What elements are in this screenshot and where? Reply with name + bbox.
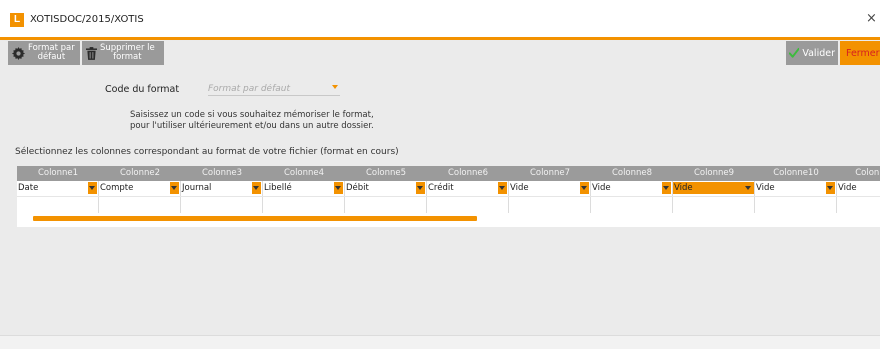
column-cell: Vide bbox=[591, 181, 673, 213]
format-code-label: Code du format bbox=[105, 84, 180, 95]
column-type-value: Vide bbox=[592, 183, 611, 193]
column-type-select[interactable]: Libellé bbox=[263, 182, 344, 194]
dropdown-arrow-icon[interactable] bbox=[334, 182, 343, 194]
chevron-down-icon[interactable] bbox=[332, 85, 338, 89]
column-type-value: Vide bbox=[838, 183, 857, 193]
column-type-select[interactable]: Date bbox=[17, 182, 98, 194]
column-header: Colonne6 bbox=[447, 168, 489, 178]
column-header: Colonne2 bbox=[119, 168, 161, 178]
column-type-value: Journal bbox=[182, 183, 212, 193]
column-cell: Compte bbox=[99, 181, 181, 213]
columns-instruction: Sélectionnez les colonnes correspondant … bbox=[15, 147, 399, 157]
column-header: Colonne9 bbox=[693, 168, 735, 178]
delete-format-button[interactable]: Supprimer le format bbox=[82, 41, 164, 65]
format-code-input[interactable] bbox=[208, 82, 326, 95]
dropdown-arrow-icon[interactable] bbox=[498, 182, 507, 194]
status-bar bbox=[0, 335, 880, 349]
close-label: Fermer bbox=[846, 47, 880, 59]
dropdown-arrow-icon[interactable] bbox=[252, 182, 261, 194]
column-header: Colonne10 bbox=[773, 168, 819, 178]
column-header: Colonne3 bbox=[201, 168, 243, 178]
column-type-select[interactable]: Compte bbox=[99, 182, 180, 194]
format-hint-line2: pour l'utiliser ultérieurement et/ou dan… bbox=[130, 121, 374, 131]
column-type-value: Débit bbox=[346, 183, 369, 193]
column-cell: Journal bbox=[181, 181, 263, 213]
column-cell: Vide bbox=[755, 181, 837, 213]
column-header: Colonne7 bbox=[529, 168, 571, 178]
dropdown-arrow-icon[interactable] bbox=[88, 182, 97, 194]
column-type-select[interactable]: Vide bbox=[509, 182, 590, 194]
horizontal-scrollbar[interactable] bbox=[33, 216, 477, 221]
column-cell: Vide bbox=[673, 181, 755, 213]
column-type-value: Compte bbox=[100, 183, 134, 193]
gear-icon bbox=[12, 46, 25, 60]
column-header: Colonne8 bbox=[611, 168, 653, 178]
app-logo: L bbox=[10, 13, 24, 27]
format-default-button[interactable]: Format par défaut bbox=[8, 41, 80, 65]
column-header: Colonne5 bbox=[365, 168, 407, 178]
dropdown-arrow-icon[interactable] bbox=[580, 182, 589, 194]
column-type-select[interactable]: Vide bbox=[591, 182, 672, 194]
column-cell: Débit bbox=[345, 181, 427, 213]
column-type-select[interactable]: Vide bbox=[755, 182, 836, 194]
columns-mapping-grid: Vide Vide Vide Vide Vide Crédit Débit Libellé Jo… bbox=[17, 181, 880, 227]
close-button[interactable]: Fermer bbox=[840, 41, 880, 65]
validate-button[interactable]: Valider bbox=[786, 41, 838, 65]
column-type-select[interactable]: Vide bbox=[837, 182, 880, 194]
column-type-value: Vide bbox=[510, 183, 529, 193]
dropdown-arrow-icon[interactable] bbox=[416, 182, 425, 194]
column-type-value: Vide bbox=[674, 183, 693, 193]
column-type-select[interactable]: Vide bbox=[673, 182, 754, 194]
window-close-button[interactable]: × bbox=[866, 11, 877, 26]
dropdown-arrow-icon[interactable] bbox=[662, 182, 671, 194]
column-type-select[interactable]: Journal bbox=[181, 182, 262, 194]
format-default-label: Format par défaut bbox=[28, 44, 75, 62]
column-cell: Vide bbox=[509, 181, 591, 213]
dropdown-arrow-icon[interactable] bbox=[826, 182, 835, 194]
column-cell: Libellé bbox=[263, 181, 345, 213]
column-header: Colonne4 bbox=[283, 168, 325, 178]
column-cell: Date bbox=[17, 181, 99, 213]
column-type-value: Date bbox=[18, 183, 39, 193]
column-type-value: Vide bbox=[756, 183, 775, 193]
format-default-label-line2: défaut bbox=[37, 52, 66, 62]
validate-label: Valider bbox=[802, 47, 835, 59]
column-header: Colonne11 bbox=[855, 168, 880, 178]
delete-format-label-line2: format bbox=[113, 52, 142, 62]
column-cell: Crédit bbox=[427, 181, 509, 213]
delete-format-label: Supprimer le format bbox=[100, 44, 155, 62]
format-hint-line1: Saisissez un code si vous souhaitez mémo… bbox=[130, 110, 374, 120]
dropdown-arrow-icon[interactable] bbox=[744, 182, 753, 194]
column-header: Colonne1 bbox=[37, 168, 79, 178]
column-type-select[interactable]: Crédit bbox=[427, 182, 508, 194]
row-divider bbox=[17, 196, 880, 197]
column-cell: Vide bbox=[837, 181, 880, 213]
trash-icon bbox=[86, 46, 97, 60]
column-type-value: Libellé bbox=[264, 183, 292, 193]
columns-header-row: Colonne1 Colonne2 Colonne3 Colonne4 Colonne5… bbox=[17, 166, 880, 181]
format-code-dropdown[interactable] bbox=[208, 82, 340, 96]
checkmark-icon bbox=[789, 47, 800, 58]
dropdown-arrow-icon[interactable] bbox=[170, 182, 179, 194]
column-type-value: Crédit bbox=[428, 183, 454, 193]
window-title: XOTISDOC/2015/XOTIS bbox=[30, 14, 144, 25]
column-type-select[interactable]: Débit bbox=[345, 182, 426, 194]
